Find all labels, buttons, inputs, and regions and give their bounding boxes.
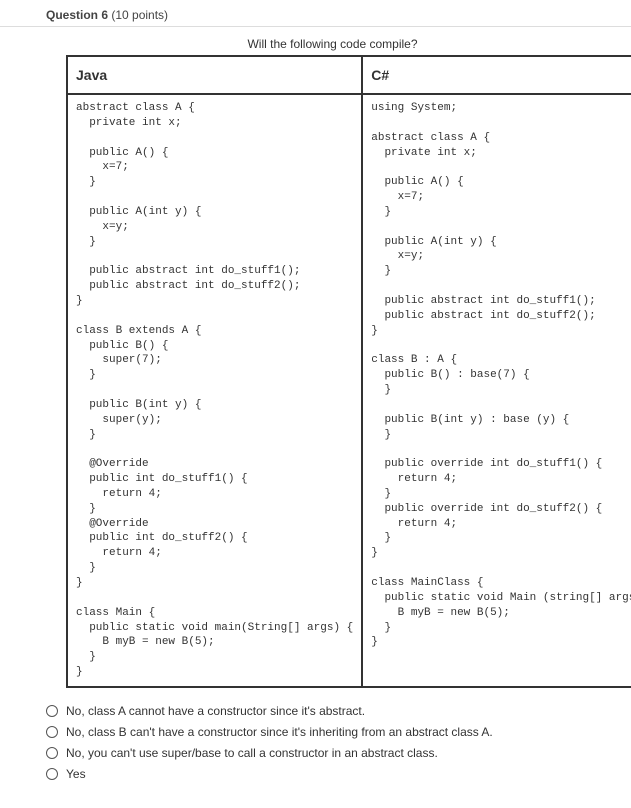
radio-icon xyxy=(46,705,58,717)
java-code-cell: abstract class A { private int x; public… xyxy=(67,94,362,687)
question-prompt: Will the following code compile? xyxy=(46,37,619,51)
column-header-csharp: C# xyxy=(362,56,631,94)
answer-label: Yes xyxy=(66,767,86,781)
question-points: (10 points) xyxy=(108,8,168,22)
answer-option[interactable]: No, you can't use super/base to call a c… xyxy=(46,746,619,760)
answer-label: No, class A cannot have a constructor si… xyxy=(66,704,365,718)
code-table: Java C# abstract class A { private int x… xyxy=(66,55,631,688)
question-number: Question 6 xyxy=(46,8,108,22)
divider xyxy=(0,26,631,27)
answer-list: No, class A cannot have a constructor si… xyxy=(46,704,619,781)
answer-label: No, class B can't have a constructor sin… xyxy=(66,725,493,739)
answer-label: No, you can't use super/base to call a c… xyxy=(66,746,438,760)
answer-option[interactable]: Yes xyxy=(46,767,619,781)
csharp-code-cell: using System; abstract class A { private… xyxy=(362,94,631,687)
answer-option[interactable]: No, class A cannot have a constructor si… xyxy=(46,704,619,718)
column-header-java: Java xyxy=(67,56,362,94)
radio-icon xyxy=(46,726,58,738)
radio-icon xyxy=(46,747,58,759)
radio-icon xyxy=(46,768,58,780)
question-header: Question 6 (10 points) xyxy=(46,8,619,22)
answer-option[interactable]: No, class B can't have a constructor sin… xyxy=(46,725,619,739)
